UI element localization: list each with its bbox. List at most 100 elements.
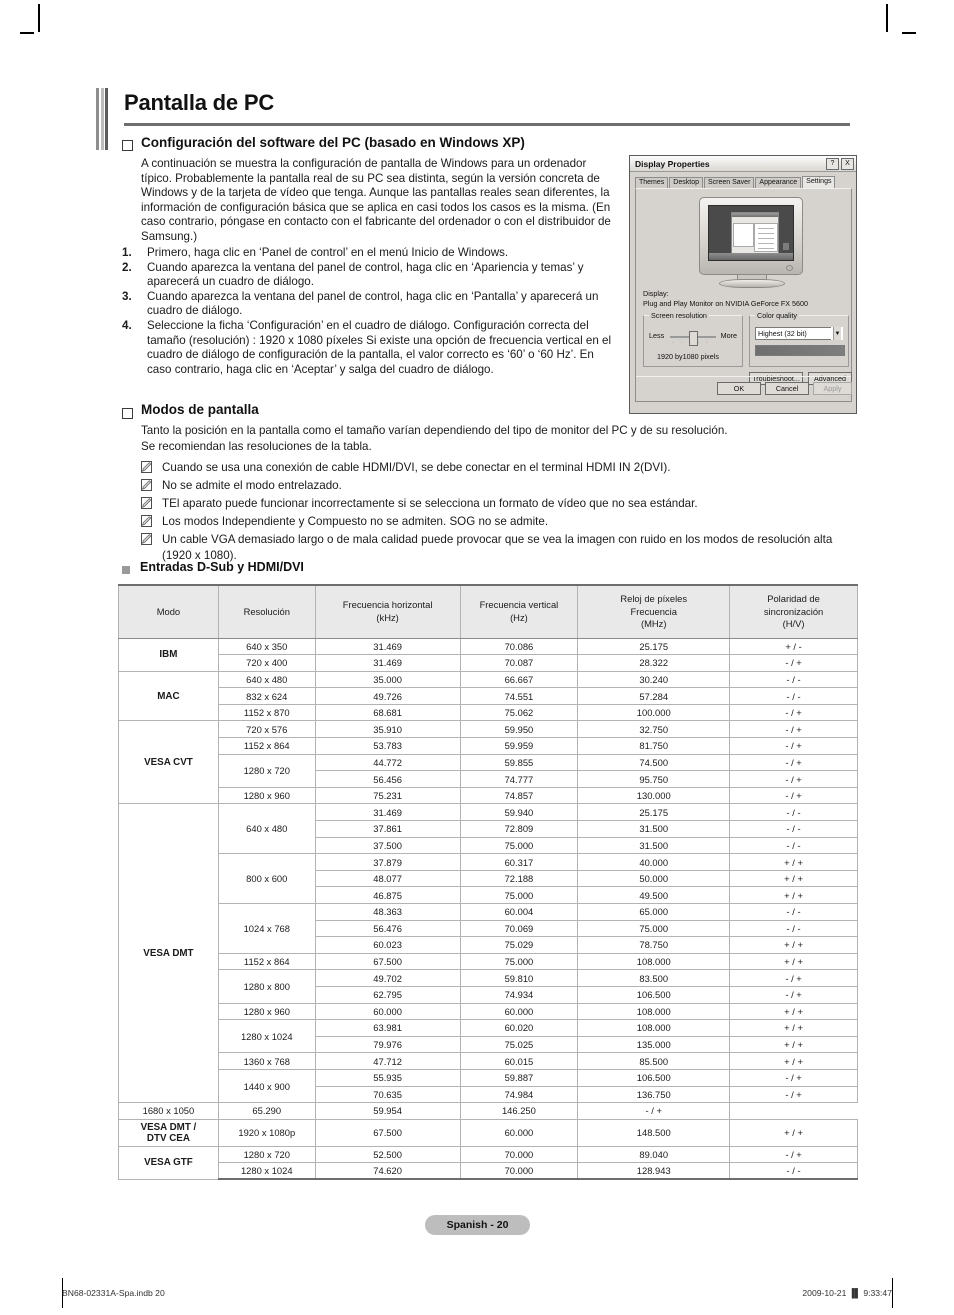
cell-v-frequency: 74.934 [459, 985, 579, 1004]
list-item: Los modos Independiente y Compuesto no s… [139, 514, 854, 530]
col-header-line: Resolución [243, 605, 290, 617]
step-text: Primero, haga clic en ‘Panel de control’… [147, 246, 509, 259]
tab-settings[interactable]: Settings [802, 176, 836, 188]
list-item: 4. Seleccione la ficha ‘Configuración’ e… [118, 319, 618, 377]
cell-mode: VESA GTF [118, 1145, 219, 1180]
color-quality-select[interactable]: Highest (32 bit) [755, 327, 843, 340]
cell-h-frequency: 31.469 [314, 637, 461, 656]
tab-themes[interactable]: Themes [635, 177, 669, 188]
cell-resolution: 1920 x 1080p [217, 1118, 316, 1147]
table-row: IBM 640 x 350 31.469 70.086 25.175 + / - [118, 637, 858, 672]
crop-mark-top-right-vertical [886, 4, 888, 32]
footer-file-note: BN68-02331A-Spa.indb 20 [62, 1288, 165, 1298]
cancel-button[interactable]: Cancel [765, 382, 809, 395]
cell-mode: VESA CVT [118, 720, 219, 805]
cell-pixel-clock: 31.500 [577, 820, 731, 838]
tab-appearance[interactable]: Appearance [755, 177, 802, 188]
cell-v-frequency: 74.857 [459, 786, 579, 805]
crop-mark-top-right-horizontal [902, 32, 916, 34]
cell-mode: VESA DMT / DTV CEA [118, 1118, 219, 1147]
cell-v-frequency: 72.809 [459, 820, 579, 838]
tab-desktop[interactable]: Desktop [669, 177, 703, 188]
table-row: 1280 x 1024 63.981 60.020 108.000 + / + [119, 1019, 858, 1054]
cell-h-frequency: 35.910 [314, 720, 461, 739]
cell-polarity: - / + [729, 786, 858, 805]
cell-polarity: + / - [729, 637, 858, 656]
cell-polarity: + / + [729, 952, 858, 971]
display-adapter-value: Plug and Play Monitor on NVIDIA GeForce … [643, 299, 808, 308]
cell-h-frequency: 44.772 [314, 753, 461, 772]
cell-h-frequency: 37.500 [314, 836, 461, 855]
table-header: Modo Resolución Frecuencia horizontal (kH… [118, 584, 858, 639]
cell-pixel-clock: 130.000 [577, 786, 731, 805]
cell-pixel-clock: 75.000 [577, 919, 731, 938]
table-row: VESA DMT / DTV CEA 1920 x 1080p 67.500 60.00… [118, 1118, 858, 1147]
cell-polarity: + / + [729, 1002, 858, 1021]
cell-polarity: - / + [729, 770, 858, 788]
table-row: 1280 x 960 75.231 74.857 130.000- / + [119, 786, 858, 805]
cell-resolution: 1280 x 1024 [217, 1019, 316, 1054]
cell-resolution: 1440 x 900 [217, 1068, 316, 1104]
cell-h-frequency: 60.000 [314, 1002, 461, 1021]
cell-pixel-clock: 57.284 [577, 687, 731, 705]
cell-pixel-clock: 136.750 [577, 1085, 731, 1104]
cell-v-frequency: 74.777 [459, 770, 579, 788]
cell-pixel-clock: 146.250 [459, 1102, 579, 1120]
list-item: Cuando se usa una conexión de cable HDMI… [139, 460, 854, 476]
close-icon[interactable]: X [841, 157, 854, 170]
cell-pixel-clock: 65.000 [577, 903, 731, 921]
list-item: TEl aparato puede funcionar incorrectame… [139, 496, 854, 512]
table-row: VESA CVT 720 x 576 35.910 59.950 32.750- / + [118, 720, 858, 805]
cell-pixel-clock: 30.240 [577, 670, 731, 689]
cell-pixel-clock: 135.000 [577, 1035, 731, 1054]
cell-polarity: - / + [577, 1102, 731, 1120]
color-quality-legend: Color quality [755, 311, 799, 320]
col-header-line: (H/V) [782, 618, 805, 629]
apply-button: Apply [813, 382, 852, 395]
cell-polarity: - / - [729, 1162, 858, 1181]
cell-h-frequency: 67.500 [314, 1118, 461, 1147]
cell-h-frequency: 74.620 [314, 1162, 461, 1181]
cell-v-frequency: 70.069 [459, 919, 579, 938]
cell-resolution: 640 x 350 [217, 637, 316, 656]
table-row: 1440 x 900 55.935 59.887 106.500- / + [119, 1068, 858, 1104]
section-bullet-icon-modes [122, 408, 133, 419]
help-icon[interactable]: ? [826, 157, 839, 170]
section1-intro-paragraph: A continuación se muestra la configuraci… [141, 157, 611, 243]
settings-panel: Display: Plug and Play Monitor on NVIDIA… [635, 188, 852, 402]
cell-pixel-clock: 108.000 [577, 1002, 731, 1021]
cell-polarity: - / + [729, 720, 858, 739]
cell-pixel-clock: 100.000 [577, 703, 731, 722]
cell-h-frequency: 55.935 [314, 1068, 461, 1087]
cell-h-frequency: 60.023 [314, 936, 461, 954]
dialog-tabstrip: Themes Desktop Screen Saver Appearance S… [630, 172, 856, 188]
col-header-line: sincronización [763, 605, 824, 617]
color-quality-select-arrow-wrap: ▼ [831, 327, 843, 340]
cell-v-frequency: 59.959 [459, 737, 579, 755]
table-row: VESA DMT 640 x 480 31.469 59.940 25.175- / - [118, 803, 858, 1104]
cell-v-frequency: 60.004 [459, 903, 579, 921]
cell-pixel-clock: 32.750 [577, 720, 731, 739]
cell-v-frequency: 59.954 [314, 1102, 461, 1120]
cell-mode: MAC [118, 670, 219, 722]
ok-button[interactable]: OK [717, 382, 761, 395]
note-text: Un cable VGA demasiado largo o de mala c… [162, 532, 833, 563]
chevron-down-icon[interactable]: ▼ [833, 327, 841, 340]
table-row: 1280 x 1024 74.620 70.000 128.943- / - [119, 1162, 858, 1181]
cell-resolution: 1280 x 720 [217, 1145, 316, 1164]
note-text: Cuando se usa una conexión de cable HDMI… [162, 461, 671, 474]
cell-polarity: - / + [729, 1085, 858, 1104]
col-header-h-freq: Frecuencia horizontal (kHz) [314, 584, 461, 639]
cell-polarity: - / + [729, 703, 858, 722]
cell-polarity: - / + [729, 985, 858, 1004]
cell-pixel-clock: 148.500 [577, 1118, 731, 1147]
table-row: 1280 x 800 49.702 59.810 83.500- / + [119, 969, 858, 1004]
monitor-preview-icon [699, 197, 803, 288]
list-item: 3. Cuando aparezca la ventana del panel … [118, 290, 618, 319]
cell-pixel-clock: 31.500 [577, 836, 731, 855]
cell-pixel-clock: 108.000 [577, 1019, 731, 1037]
tab-screen-saver[interactable]: Screen Saver [703, 177, 755, 188]
cell-pixel-clock: 81.750 [577, 737, 731, 755]
cell-resolution: 640 x 480 [217, 803, 316, 855]
cell-v-frequency: 74.551 [459, 687, 579, 705]
